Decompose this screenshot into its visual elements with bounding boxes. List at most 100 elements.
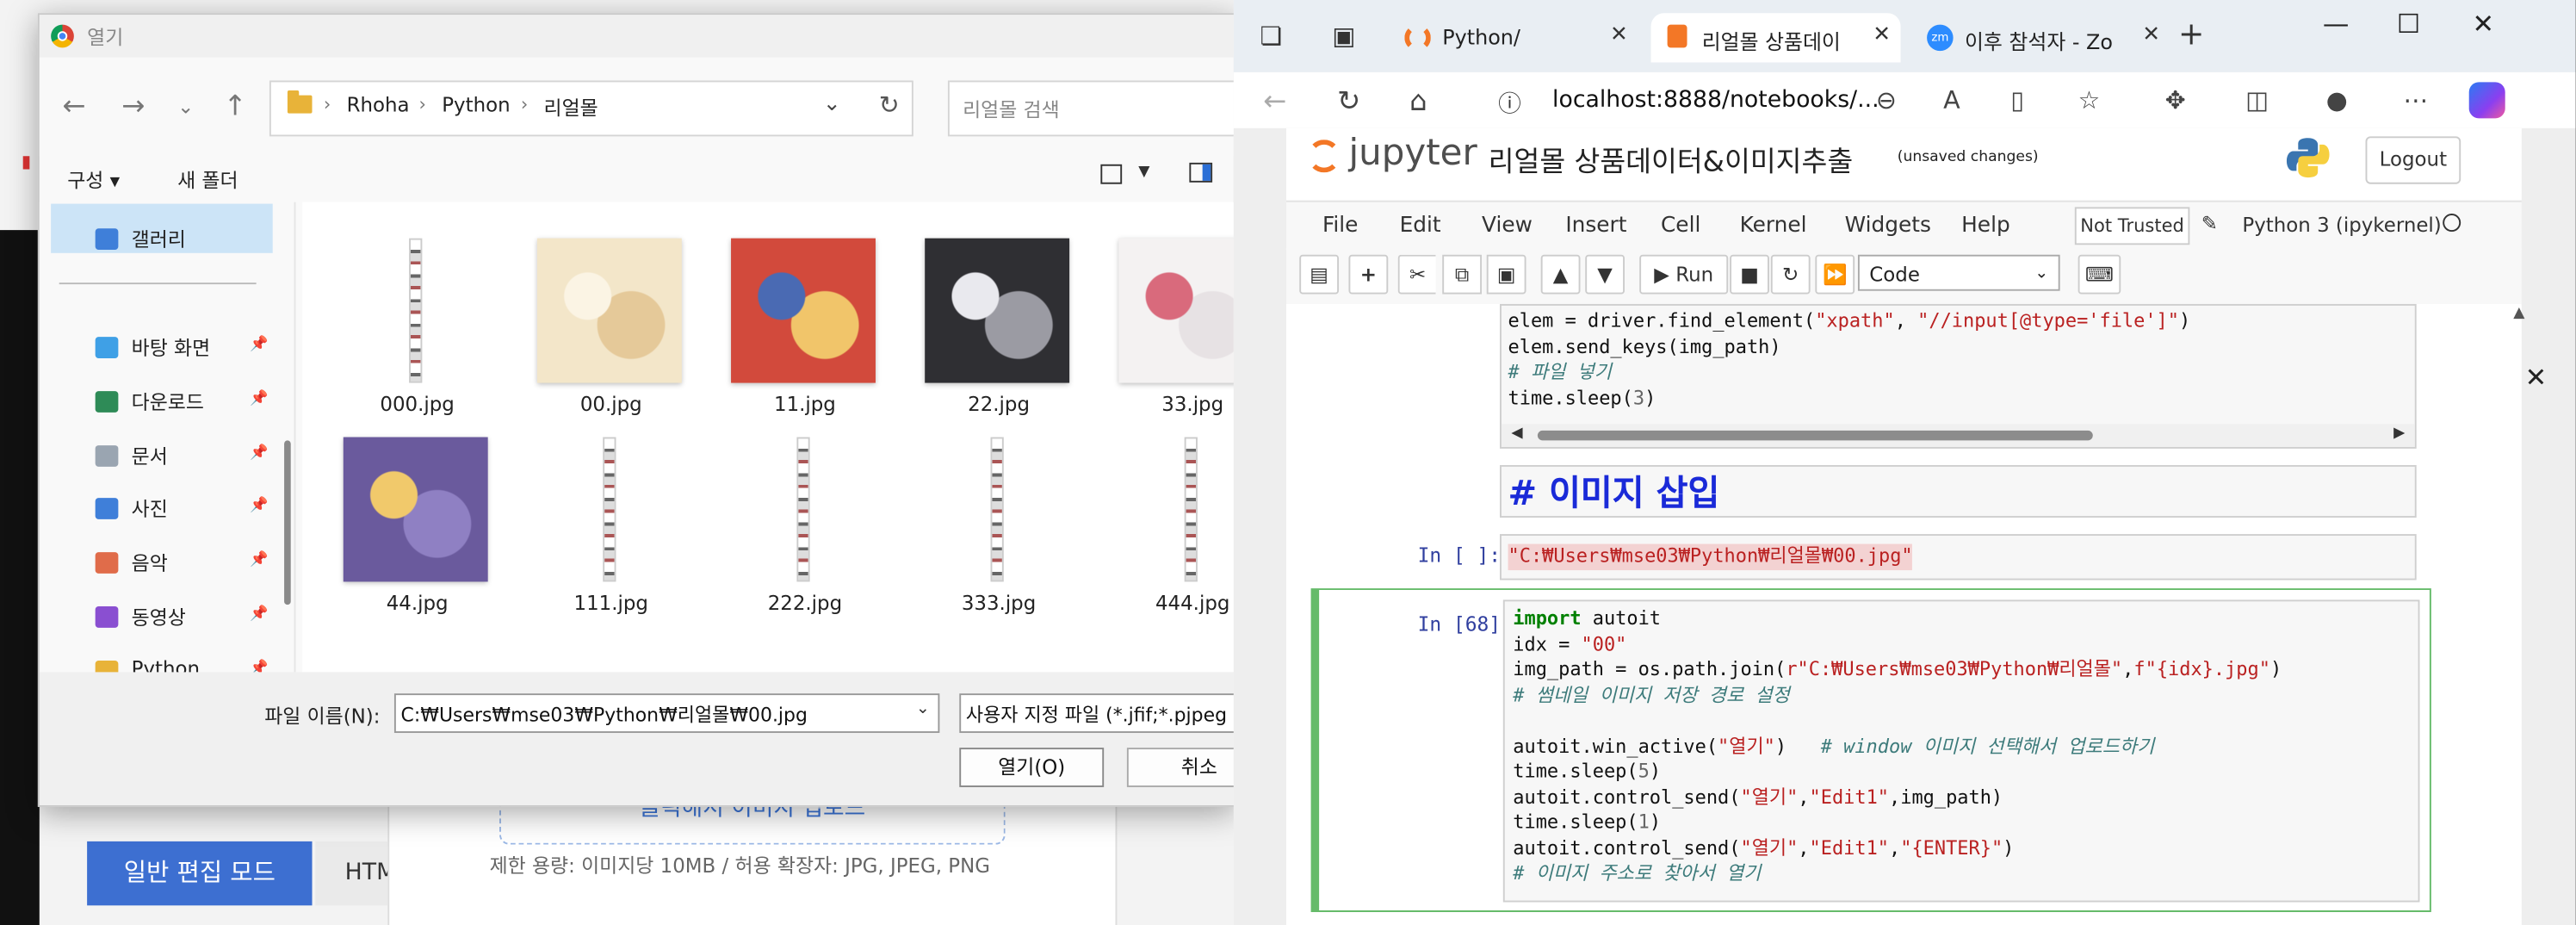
back-arrow-icon[interactable]: ← xyxy=(63,90,86,123)
menu-kernel[interactable]: Kernel xyxy=(1740,214,1807,239)
kernel-name[interactable]: Python 3 (ipykernel) xyxy=(2242,214,2441,237)
normal-edit-mode-button[interactable]: 일반 편집 모드 xyxy=(87,841,313,906)
up-arrow-icon[interactable]: ↑ xyxy=(223,90,246,123)
cell-type-select[interactable]: Code ⌄ xyxy=(1857,254,2060,291)
close-tab-icon[interactable]: ✕ xyxy=(2142,23,2160,48)
cut-icon[interactable]: ✂ xyxy=(1397,254,1436,295)
sidebar-item-desktop[interactable]: 바탕 화면 📌 xyxy=(40,329,286,369)
tab-notebook[interactable]: 리얼몰 상품데이 ✕ xyxy=(1650,13,1901,63)
read-aloud-icon[interactable]: A xyxy=(1943,85,1960,115)
cancel-button[interactable]: 취소 xyxy=(1126,748,1234,787)
run-button[interactable]: ▶ Run xyxy=(1639,254,1729,295)
code-cell[interactable]: "C:₩Users₩mse03₩Python₩리얼몰₩00.jpg" xyxy=(1500,534,2417,580)
file-item[interactable]: 444.jpg xyxy=(1111,418,1234,615)
pin-icon[interactable]: 📌 xyxy=(250,552,268,568)
page-scrollbar[interactable]: ▲ xyxy=(2509,306,2536,925)
scrollbar-thumb[interactable] xyxy=(1537,430,2093,441)
file-item[interactable]: 11.jpg xyxy=(723,219,888,416)
copilot-icon[interactable] xyxy=(2468,82,2505,119)
keyboard-icon[interactable]: ⌨ xyxy=(2078,254,2121,295)
paste-icon[interactable]: ▣ xyxy=(1486,254,1526,295)
menu-cell[interactable]: Cell xyxy=(1661,214,1700,239)
breadcrumb-rhoha[interactable]: Rhoha xyxy=(347,94,410,117)
refresh-icon[interactable]: ↻ xyxy=(879,90,900,120)
address-bar[interactable]: › Rhoha › Python › 리얼몰 ⌄ ↻ xyxy=(269,80,913,137)
chevron-down-icon[interactable]: ⌄ xyxy=(916,700,930,718)
breadcrumb-python[interactable]: Python xyxy=(442,94,510,117)
jupyter-logo-text[interactable]: jupyter xyxy=(1348,133,1477,175)
info-icon[interactable]: ⓘ xyxy=(1498,87,1521,120)
back-arrow-icon[interactable]: ← xyxy=(1263,85,1286,118)
menu-view[interactable]: View xyxy=(1482,214,1533,239)
markdown-cell[interactable]: # 이미지 삽입 xyxy=(1500,464,2417,518)
tab-python[interactable]: Python/ ✕ xyxy=(1391,13,1638,62)
open-button[interactable]: 열기(O) xyxy=(959,748,1105,787)
split-screen-icon[interactable]: ◫ xyxy=(2245,85,2269,115)
forward-arrow-icon[interactable]: → xyxy=(121,90,145,123)
save-icon[interactable]: ▤ xyxy=(1299,254,1340,295)
restart-icon[interactable]: ↻ xyxy=(1770,254,1811,295)
interrupt-stop-icon[interactable]: ■ xyxy=(1730,254,1769,295)
file-item[interactable]: 33.jpg xyxy=(1111,219,1234,416)
filename-input[interactable]: C:₩Users₩mse03₩Python₩리얼몰₩00.jpg ⌄ xyxy=(393,693,940,733)
file-item[interactable]: 222.jpg xyxy=(723,418,888,615)
immersive-reader-icon[interactable]: ▯ xyxy=(2010,85,2024,115)
menu-widgets[interactable]: Widgets xyxy=(1845,214,1931,239)
tab-zoom[interactable]: zm 이후 참석자 - Zo ✕ xyxy=(1914,13,2170,62)
new-folder-button[interactable]: 새 폴더 xyxy=(177,166,238,194)
file-item[interactable]: 22.jpg xyxy=(917,219,1081,416)
filetype-select[interactable]: 사용자 지정 파일 (*.jfif;*.pjpeg xyxy=(959,693,1234,733)
profile-icon[interactable]: ● xyxy=(2326,85,2348,115)
file-item[interactable]: 111.jpg xyxy=(529,418,693,615)
new-tab-icon[interactable]: + xyxy=(2178,16,2204,53)
code-cell[interactable]: elem = driver.find_element("xpath", "//i… xyxy=(1500,303,2417,449)
breadcrumb-realmall[interactable]: 리얼몰 xyxy=(544,94,598,121)
jupyter-logo-icon[interactable] xyxy=(1307,140,1341,173)
html-mode-tab[interactable]: HTM xyxy=(315,841,396,906)
file-item[interactable]: 00.jpg xyxy=(529,219,693,416)
menu-edit[interactable]: Edit xyxy=(1400,214,1441,239)
recent-dropdown-icon[interactable]: ⌄ xyxy=(177,96,194,119)
logout-button[interactable]: Logout xyxy=(2365,136,2461,184)
horizontal-scrollbar[interactable]: ◀ ▶ xyxy=(1501,424,2415,447)
zoom-out-icon[interactable]: ⊖ xyxy=(1876,85,1897,115)
preview-pane-icon[interactable] xyxy=(1189,162,1213,183)
move-up-icon[interactable]: ▲ xyxy=(1540,254,1581,295)
more-options-icon[interactable]: ⋯ xyxy=(2403,85,2428,115)
pin-icon[interactable]: 📌 xyxy=(250,337,268,353)
pin-icon[interactable]: 📌 xyxy=(250,498,268,514)
menu-insert[interactable]: Insert xyxy=(1565,214,1626,239)
view-dropdown-icon[interactable]: ▼ xyxy=(1138,165,1149,181)
organize-button[interactable]: 구성 ▾ xyxy=(67,166,120,194)
cell-code[interactable]: elem = driver.find_element("xpath", "//i… xyxy=(1508,309,2191,411)
notebook-name[interactable]: 리얼몰 상품데이터&이미지추출 xyxy=(1489,138,1854,179)
close-window-icon[interactable]: ✕ xyxy=(2473,9,2495,40)
workspaces-icon[interactable]: ❏ xyxy=(1260,22,1282,51)
close-tab-icon[interactable]: ✕ xyxy=(1873,23,1891,48)
code-cell[interactable]: import autoit idx = "00" img_path = os.pat… xyxy=(1502,599,2420,903)
scroll-left-icon[interactable]: ◀ xyxy=(1511,425,1522,442)
maximize-icon[interactable]: ☐ xyxy=(2397,9,2420,40)
pencil-icon[interactable]: ✎ xyxy=(2201,212,2218,235)
sidebar-item-pictures[interactable]: 사진 📌 xyxy=(40,490,286,530)
sidebar-item-documents[interactable]: 문서 📌 xyxy=(40,438,286,477)
sidebar-item-download[interactable]: 다운로드 📌 xyxy=(40,383,286,423)
home-icon[interactable]: ⌂ xyxy=(1409,85,1427,118)
menu-help[interactable]: Help xyxy=(1961,214,2010,239)
pin-icon[interactable]: 📌 xyxy=(250,391,268,407)
cell-code[interactable]: import autoit idx = "00" img_path = os.pat… xyxy=(1513,606,2282,886)
view-icon[interactable] xyxy=(1100,164,1123,184)
close-tab-icon[interactable]: ✕ xyxy=(1610,23,1628,48)
file-item[interactable]: 000.jpg xyxy=(335,219,499,416)
menu-file[interactable]: File xyxy=(1322,214,1359,239)
scroll-right-icon[interactable]: ▶ xyxy=(2393,425,2405,442)
scroll-up-icon[interactable]: ▲ xyxy=(2513,306,2524,322)
chevron-down-icon[interactable]: ⌄ xyxy=(823,92,841,117)
minimize-icon[interactable]: — xyxy=(2323,9,2350,40)
file-item[interactable]: 44.jpg xyxy=(335,418,499,615)
selected-cell[interactable]: In [68]: import autoit idx = "00" img_path… xyxy=(1310,588,2431,912)
sidebar-item-music[interactable]: 음악 📌 xyxy=(40,544,286,584)
file-item[interactable]: 333.jpg xyxy=(917,418,1081,615)
pin-icon[interactable]: 📌 xyxy=(250,445,268,462)
sidebar-item-videos[interactable]: 동영상 📌 xyxy=(40,599,286,638)
